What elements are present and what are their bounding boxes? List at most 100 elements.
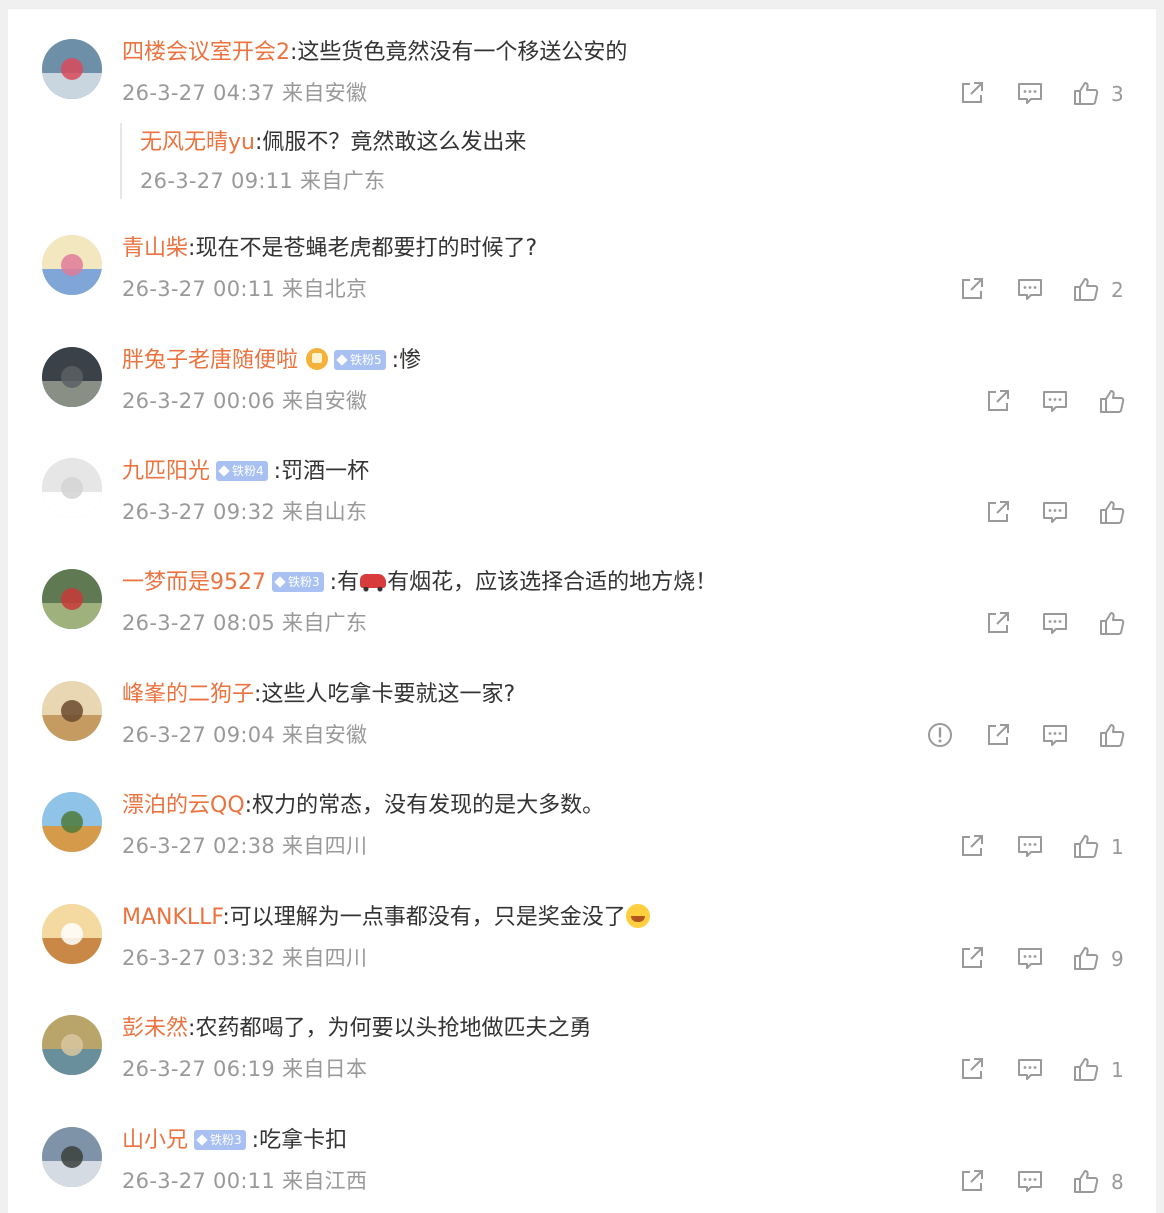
username[interactable]: 四楼会议室开会2 [122,40,290,65]
timestamp: 26-3-27 00:11 [122,1169,276,1193]
diamond-icon [196,1134,208,1146]
username[interactable]: 彭未然 [122,1016,188,1041]
like-icon[interactable] [1098,498,1126,526]
comment-meta: 26-3-27 09:04 来自安徽 [122,719,367,751]
timestamp: 26-3-27 03:32 [122,946,276,970]
share-icon[interactable] [958,832,986,860]
separator: : [251,1128,260,1153]
like-icon[interactable] [1098,387,1126,415]
fan-badge-label: 铁粉3 [210,1133,242,1147]
share-icon[interactable] [958,1055,986,1083]
comment-list: 四楼会议室开会2:这些货色竟然没有一个移送公安的 26-3-27 04:37 来自… [8,8,1156,1213]
share-icon[interactable] [958,944,986,972]
fan-badge[interactable]: 铁粉4 [216,461,268,481]
like-icon[interactable] [1072,944,1100,972]
like-icon[interactable] [1072,1167,1100,1195]
location: 来自北京 [282,277,368,301]
like-icon[interactable] [1072,79,1100,107]
like-count: 1 [1111,1058,1124,1082]
separator: : [273,459,282,484]
comment-icon[interactable] [1041,498,1069,526]
location: 来自江西 [282,1169,368,1193]
username[interactable]: 无风无晴yu [140,130,255,155]
location: 来自安徽 [282,723,368,747]
comment-text-line: 山小兄 铁粉3:吃拿卡扣 [122,1123,347,1159]
username[interactable]: 九匹阳光 [122,459,210,484]
comment-icon[interactable] [1016,275,1044,303]
avatar[interactable] [42,347,102,407]
fan-badge[interactable]: 铁粉3 [194,1130,246,1150]
avatar[interactable] [42,569,102,629]
comment-item: 九匹阳光 铁粉4:罚酒一杯 26-3-27 09:32 来自山东 [8,450,1156,550]
avatar[interactable] [42,792,102,852]
share-icon[interactable] [984,387,1012,415]
username[interactable]: 一梦而是9527 [122,570,266,595]
comment-text: 佩服不？竟然敢这么发出来 [262,130,527,155]
comment-icon[interactable] [1016,1167,1044,1195]
separator: : [222,905,230,930]
location: 来自广东 [282,611,368,635]
like-icon[interactable] [1072,275,1100,303]
location: 来自安徽 [282,389,368,413]
laugh-cry-emoji-icon [625,904,650,928]
comment-meta: 26-3-27 00:06 来自安徽 [122,385,367,417]
fan-badge[interactable]: 铁粉5 [334,350,386,370]
comment-icon[interactable] [1041,609,1069,637]
location: 来自日本 [282,1057,368,1081]
car-emoji-icon [360,574,387,592]
avatar[interactable] [42,904,102,964]
share-icon[interactable] [984,609,1012,637]
comment-text-line: 彭未然:农药都喝了，为何要以头抢地做匹夫之勇 [122,1011,591,1047]
diamond-icon [218,465,230,477]
location: 来自广东 [300,169,386,193]
share-icon[interactable] [984,498,1012,526]
vip-crown-icon [306,348,329,370]
comment-item: 彭未然:农药都喝了，为何要以头抢地做匹夫之勇 26-3-27 06:19 来自日本… [8,1007,1156,1107]
report-icon[interactable] [926,721,954,749]
like-icon[interactable] [1072,1055,1100,1083]
separator: : [329,570,338,595]
share-icon[interactable] [958,79,986,107]
like-count: 2 [1111,278,1124,302]
share-icon[interactable] [984,721,1012,749]
comment-icon[interactable] [1041,721,1069,749]
location: 来自山东 [282,500,368,524]
comment-icon[interactable] [1041,387,1069,415]
avatar[interactable] [42,458,102,518]
comment-item: 青山柴:现在不是苍蝇老虎都要打的时候了? 26-3-27 00:11 来自北京 2 [8,227,1156,327]
comment-item: 四楼会议室开会2:这些货色竟然没有一个移送公安的 26-3-27 04:37 来自… [8,31,1156,221]
username[interactable]: 胖兔子老唐随便啦 [122,348,298,373]
comment-meta: 26-3-27 08:05 来自广东 [122,607,367,639]
timestamp: 26-3-27 06:19 [122,1057,276,1081]
avatar[interactable] [42,39,102,99]
comment-icon[interactable] [1016,944,1044,972]
fan-badge-label: 铁粉5 [350,353,382,367]
avatar[interactable] [42,1127,102,1187]
username[interactable]: 峰峯的二狗子 [122,682,254,707]
comment-text: 吃拿卡扣 [259,1128,348,1153]
comment-icon[interactable] [1016,79,1044,107]
comment-item: 一梦而是9527 铁粉3:有 有烟花，应该选择合适的地方烧！ 26-3-27 08:0… [8,561,1156,661]
comment-text: 这些货色竟然没有一个移送公安的 [297,40,628,65]
comment-item: 漂泊的云QQ:权力的常态，没有发现的是大多数。 26-3-27 02:38 来自四… [8,784,1156,884]
share-icon[interactable] [958,1167,986,1195]
comment-text-line: 九匹阳光 铁粉4:罚酒一杯 [122,454,369,490]
username[interactable]: 山小兄 [122,1128,188,1153]
avatar[interactable] [42,681,102,741]
like-icon[interactable] [1072,832,1100,860]
like-icon[interactable] [1098,609,1126,637]
comment-text-line: 胖兔子老唐随便啦 铁粉5:惨 [122,343,421,379]
comment-icon[interactable] [1016,1055,1044,1083]
comment-icon[interactable] [1016,832,1044,860]
username[interactable]: 青山柴 [122,236,188,261]
fan-badge[interactable]: 铁粉3 [272,572,324,592]
comment-meta: 26-3-27 02:38 来自四川 [122,830,367,862]
avatar[interactable] [42,1015,102,1075]
username[interactable]: MANKLLF [122,905,222,930]
like-icon[interactable] [1098,721,1126,749]
comment-meta: 26-3-27 03:32 来自四川 [122,942,367,974]
share-icon[interactable] [958,275,986,303]
timestamp: 26-3-27 02:38 [122,834,276,858]
username[interactable]: 漂泊的云QQ [122,793,245,818]
avatar[interactable] [42,235,102,295]
